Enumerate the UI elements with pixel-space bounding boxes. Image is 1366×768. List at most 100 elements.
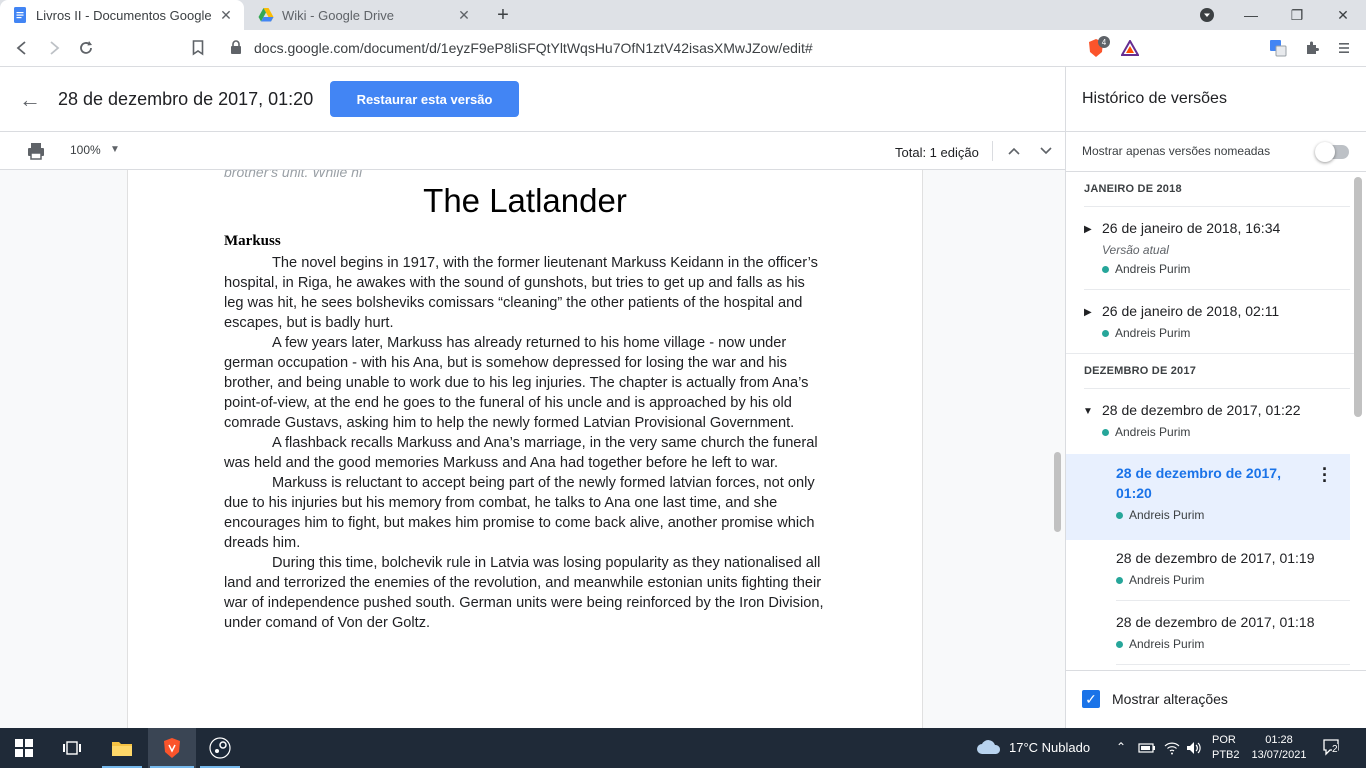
selected-version-entry[interactable]: 28 de dezembro de 2017, 01:20 · · · Andrei… [1066, 454, 1350, 540]
version-author: Andreis Purim [1102, 262, 1190, 276]
tab-close-icon[interactable]: ✕ [218, 7, 234, 23]
input-language[interactable]: POR PTB2 [1212, 733, 1240, 763]
tab-close-icon[interactable]: ✕ [456, 7, 472, 23]
author-name: Andreis Purim [1129, 573, 1205, 587]
notification-count: 2 [1332, 744, 1338, 755]
tab-drive[interactable]: Wiki - Google Drive ✕ [246, 0, 482, 30]
notification-center-icon[interactable]: 2 [1322, 738, 1342, 758]
version-list: JANEIRO DE 2018 ▶ 26 de janeiro de 2018,… [1066, 172, 1356, 670]
restore-window-button[interactable]: ❐ [1274, 0, 1320, 30]
weather-text[interactable]: 17°C Nublado [1009, 740, 1090, 755]
expand-caret-icon[interactable]: ▶ [1084, 224, 1092, 235]
author-color-dot [1116, 640, 1123, 648]
version-date: 28 de dezembro de 2017, 01:22 [1102, 402, 1301, 418]
divider [1084, 388, 1350, 389]
version-date: 28 de dezembro de 2017, [1116, 465, 1281, 481]
more-options-icon[interactable]: · · · [1322, 460, 1328, 490]
cloud-icon [977, 740, 1001, 754]
author-name: Andreis Purim [1129, 637, 1205, 651]
version-author: Andreis Purim [1102, 425, 1190, 439]
tab-title: Livros II - Documentos Google [36, 7, 212, 23]
tab-docs[interactable]: Livros II - Documentos Google ✕ [0, 0, 244, 30]
author-color-dot [1102, 428, 1109, 436]
keyboard-layout: PTB2 [1212, 749, 1240, 761]
author-name: Andreis Purim [1129, 508, 1205, 522]
extensions-icon[interactable] [1302, 38, 1322, 58]
named-versions-label: Mostrar apenas versões nomeadas [1082, 144, 1271, 158]
previous-edit-icon[interactable] [1004, 141, 1024, 161]
browser-toolbar: docs.google.com/document/d/1eyzF9eP8liSF… [0, 30, 1366, 67]
author-name: Andreis Purim [1115, 326, 1191, 340]
tab-title: Wiki - Google Drive [282, 7, 394, 23]
expand-caret-icon[interactable]: ▶ [1084, 307, 1092, 318]
minimize-button[interactable]: — [1228, 0, 1274, 30]
address-bar[interactable]: docs.google.com/document/d/1eyzF9eP8liSF… [220, 34, 1146, 62]
divider [1066, 131, 1366, 132]
chapter-heading: Markuss [224, 233, 281, 249]
brave-browser-icon[interactable] [148, 728, 196, 768]
author-color-dot [1116, 511, 1123, 519]
cut-off-text: brother's unit. While hi [224, 170, 363, 180]
document-scrollbar[interactable] [1054, 452, 1061, 532]
back-icon[interactable] [10, 36, 34, 60]
version-title: 28 de dezembro de 2017, 01:20 [58, 89, 314, 109]
author-name: Andreis Purim [1115, 425, 1191, 439]
new-tab-button[interactable]: + [492, 4, 514, 26]
close-window-button[interactable]: ✕ [1320, 0, 1366, 30]
document-canvas: brother's unit. While hi The Latlander M… [0, 170, 1065, 728]
document-title: The Latlander [423, 182, 627, 219]
show-changes-label: Mostrar alterações [1112, 691, 1228, 707]
show-changes-checkbox[interactable]: ✓ [1082, 690, 1100, 708]
version-date: 26 de janeiro de 2018, 16:34 [1102, 220, 1281, 236]
version-date: 28 de dezembro de 2017, 01:18 [1116, 614, 1315, 630]
divider [1116, 600, 1350, 601]
windows-taskbar: 17°C Nublado ⌃ POR PTB2 01:28 13/07/2021… [0, 728, 1366, 768]
version-date: 28 de dezembro de 2017, 01:19 [1116, 550, 1315, 566]
battery-icon[interactable] [1138, 741, 1156, 755]
version-author: Andreis Purim [1116, 637, 1204, 651]
document-page[interactable]: brother's unit. While hi The Latlander M… [128, 170, 922, 728]
author-color-dot [1116, 576, 1123, 584]
task-view-icon[interactable] [48, 728, 96, 768]
paragraph: During this time, bolchevik rule in Latv… [224, 555, 824, 631]
wifi-icon[interactable] [1164, 740, 1180, 756]
divider [1084, 289, 1350, 290]
version-author: Andreis Purim [1102, 326, 1190, 340]
show-hidden-icons-icon[interactable]: ⌃ [1116, 740, 1126, 754]
collapse-caret-icon[interactable]: ▼ [1083, 406, 1093, 417]
paragraph: Markuss is reluctant to accept being par… [224, 475, 815, 551]
reload-icon[interactable] [74, 36, 98, 60]
paragraph: A flashback recalls Markuss and Ana’s ma… [224, 435, 818, 471]
version-author: Andreis Purim [1116, 508, 1204, 522]
bookmark-icon[interactable] [186, 36, 210, 60]
divider [1116, 664, 1350, 665]
steam-icon[interactable] [196, 728, 244, 768]
version-history-panel: Histórico de versões Mostrar apenas vers… [1065, 67, 1366, 728]
named-versions-toggle[interactable] [1315, 142, 1351, 162]
panel-scrollbar[interactable] [1354, 177, 1362, 417]
forward-icon[interactable] [42, 36, 66, 60]
show-changes-row: ✓ Mostrar alterações [1066, 670, 1366, 728]
windows-start-icon[interactable] [0, 728, 48, 768]
back-arrow-icon[interactable]: ← [18, 88, 42, 112]
tab-search-icon[interactable] [1184, 0, 1230, 30]
version-date: 26 de janeiro de 2018, 02:11 [1102, 303, 1280, 319]
next-edit-icon[interactable] [1036, 141, 1056, 161]
month-header: DEZEMBRO DE 2017 [1084, 365, 1197, 377]
author-name: Andreis Purim [1115, 262, 1191, 276]
file-explorer-icon[interactable] [98, 728, 146, 768]
volume-icon[interactable] [1186, 740, 1202, 756]
brave-rewards-icon[interactable] [1120, 38, 1140, 58]
menu-icon[interactable] [1334, 38, 1354, 58]
version-author: Andreis Purim [1116, 573, 1204, 587]
translate-icon[interactable] [1268, 38, 1288, 58]
divider [992, 141, 993, 161]
language-code: POR [1212, 734, 1236, 746]
system-clock[interactable]: 01:28 13/07/2021 [1250, 733, 1308, 763]
lock-icon [230, 39, 244, 57]
zoom-select[interactable]: 100% [70, 143, 101, 157]
restore-version-button[interactable]: Restaurar esta versão [330, 81, 519, 117]
chevron-down-icon[interactable]: ▼ [110, 144, 120, 155]
paragraph: A few years later, Markuss has already r… [224, 335, 809, 431]
print-icon[interactable] [26, 141, 46, 161]
